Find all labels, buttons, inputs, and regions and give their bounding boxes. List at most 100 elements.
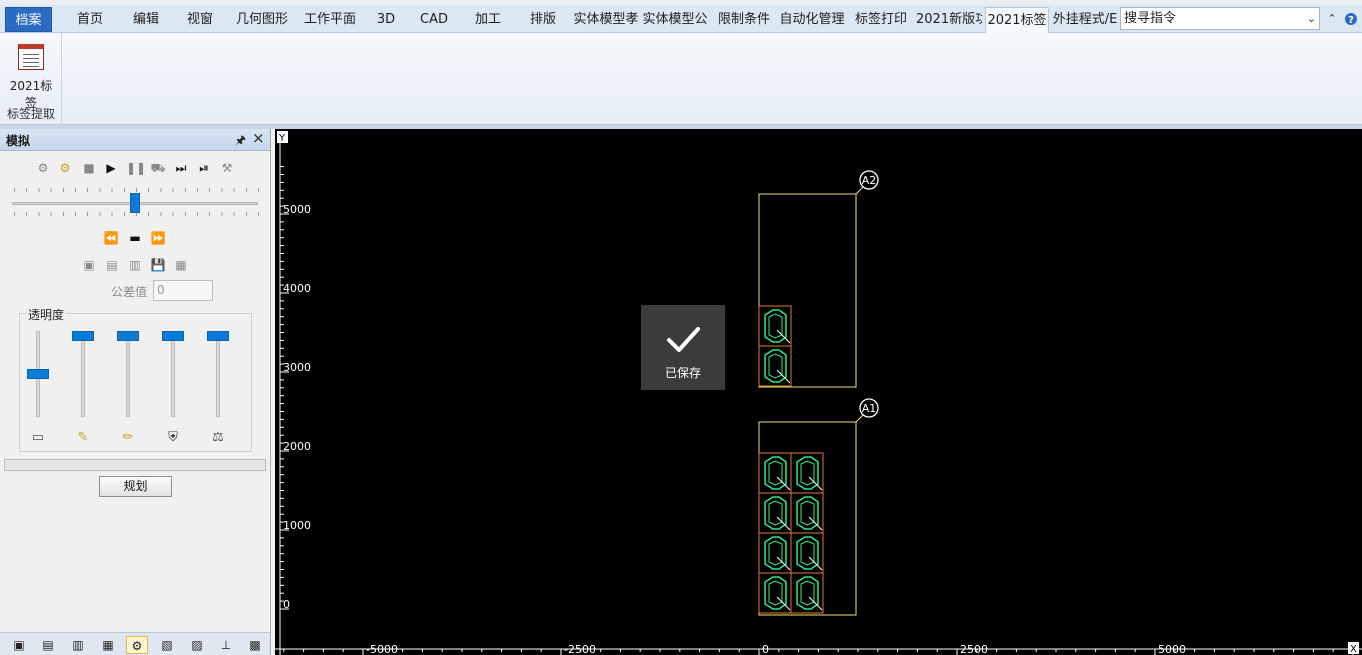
play-icon[interactable]: ▶ bbox=[102, 159, 120, 177]
stop-icon[interactable]: ■ bbox=[80, 159, 98, 177]
simulate-selected-icon[interactable]: ⚙ bbox=[34, 159, 52, 177]
part-outline bbox=[796, 456, 819, 490]
tab-machining[interactable]: 加工 bbox=[466, 7, 510, 32]
panel-title: 模拟 bbox=[6, 134, 31, 148]
close-icon[interactable]: × bbox=[252, 129, 265, 147]
pin-icon[interactable]: 🖈 bbox=[235, 131, 246, 152]
tab-2021-label[interactable]: 2021标签 bbox=[985, 7, 1049, 34]
y-tick-label: 5000 bbox=[283, 203, 311, 216]
plan-button[interactable]: 规划 bbox=[99, 476, 172, 497]
tab-edit[interactable]: 编辑 bbox=[124, 7, 168, 32]
tab-simulation-icon[interactable]: ⚙ bbox=[126, 636, 148, 654]
fast-forward-icon[interactable]: ⏩ bbox=[149, 229, 167, 247]
sheet-a1-outline bbox=[758, 421, 857, 616]
tab-planes-icon[interactable]: ▦ bbox=[97, 636, 119, 654]
x-tick-label: 0 bbox=[762, 643, 769, 655]
nested-part bbox=[758, 305, 792, 347]
tab-solid-2[interactable]: 实体模型公 bbox=[642, 7, 708, 32]
transparency-slider-track[interactable] bbox=[126, 331, 130, 417]
part-inner bbox=[800, 460, 815, 486]
nested-part bbox=[758, 532, 792, 574]
pause-icon[interactable]: ❚❚ bbox=[126, 159, 146, 177]
step-icon[interactable]: ▬ bbox=[126, 229, 144, 247]
drawing-canvas[interactable]: 5000 4000 3000 2000 1000 0 -5000 -2500 0 2500 500… bbox=[275, 129, 1362, 655]
part-inner bbox=[800, 580, 815, 606]
compare-icon[interactable]: ▣ bbox=[80, 256, 98, 274]
tab-file[interactable]: 档案 bbox=[5, 7, 52, 32]
transparency-slider-thumb[interactable] bbox=[207, 331, 229, 341]
panel-header: 模拟 🖈 × bbox=[0, 129, 270, 151]
tab-label-print[interactable]: 标签打印 bbox=[850, 7, 912, 32]
tab-solids-icon[interactable]: ▥ bbox=[67, 636, 89, 654]
part-inner bbox=[768, 313, 783, 339]
tab-nesting-icon[interactable]: ▩ bbox=[244, 636, 266, 654]
simulation-slider-thumb[interactable] bbox=[130, 193, 140, 213]
tab-plugins[interactable]: 外挂程式/E bbox=[1052, 7, 1118, 32]
title-strip bbox=[0, 0, 1362, 5]
transparency-title: 透明度 bbox=[26, 306, 67, 323]
step-end-icon[interactable]: ⏭ bbox=[172, 159, 190, 177]
nested-part bbox=[758, 492, 792, 534]
part-outline bbox=[796, 496, 819, 530]
transparency-slider-thumb[interactable] bbox=[162, 331, 184, 341]
collapse-ribbon-icon[interactable]: ⌃ bbox=[1323, 9, 1341, 29]
sheet-a2-tag: A2 bbox=[862, 174, 877, 187]
tab-operations-icon[interactable]: ▣ bbox=[8, 636, 30, 654]
sheet-a2-leader bbox=[855, 186, 864, 195]
chevron-down-icon[interactable]: ⌄ bbox=[1307, 8, 1316, 29]
import-icon[interactable]: ▥ bbox=[126, 256, 144, 274]
ribbon-tab-bar: 档案 首页 编辑 视窗 几何图形 工作平面 3D CAD 加工 排版 实体模型孝… bbox=[0, 0, 1362, 34]
command-search-input[interactable]: 搜寻指令 ⌄ bbox=[1120, 7, 1320, 30]
ribbon-group-label-extract: 2021标签 标签提取 bbox=[0, 33, 62, 125]
tab-2021-new[interactable]: 2021新版功 bbox=[916, 7, 982, 32]
checkmark-icon bbox=[667, 327, 700, 352]
graphics-viewport[interactable]: 5000 4000 3000 2000 1000 0 -5000 -2500 0 2500 500… bbox=[275, 129, 1362, 655]
tab-properties-icon[interactable]: ▨ bbox=[186, 636, 208, 654]
part-inner bbox=[768, 460, 783, 486]
toast-message: 已保存 bbox=[664, 366, 701, 380]
transparency-slider-thumb[interactable] bbox=[27, 369, 49, 379]
tab-automation[interactable]: 自动化管理 bbox=[778, 7, 846, 32]
label-2021-button[interactable]: 2021标签 bbox=[4, 41, 58, 110]
transparency-slider-track[interactable] bbox=[81, 331, 85, 417]
tab-view[interactable]: 视窗 bbox=[178, 7, 222, 32]
tab-solid-1[interactable]: 实体模型孝 bbox=[573, 7, 639, 32]
transparency-slider-thumb[interactable] bbox=[72, 331, 94, 341]
tab-snap-icon[interactable]: ⊥ bbox=[215, 636, 237, 654]
nested-part bbox=[790, 532, 824, 574]
tab-toolpaths-icon[interactable]: ▤ bbox=[37, 636, 59, 654]
part-outline bbox=[764, 496, 787, 530]
report-icon[interactable]: ▦ bbox=[172, 256, 190, 274]
x-tick-label: 5000 bbox=[1158, 643, 1186, 655]
part-outline bbox=[764, 536, 787, 570]
tab-geometry[interactable]: 几何图形 bbox=[230, 7, 294, 32]
tool-holder-icon[interactable]: ⛟ bbox=[149, 159, 167, 177]
tab-cad[interactable]: CAD bbox=[414, 7, 454, 32]
step-cut-icon[interactable]: ⏯ bbox=[195, 159, 213, 177]
part-outline bbox=[796, 536, 819, 570]
simulate-all-icon[interactable]: ⚙ bbox=[56, 159, 74, 177]
tab-3d[interactable]: 3D bbox=[368, 7, 404, 32]
transparency-slider-thumb[interactable] bbox=[117, 331, 139, 341]
save-icon[interactable]: 💾 bbox=[149, 256, 167, 274]
rewind-icon[interactable]: ⏪ bbox=[102, 229, 120, 247]
tab-home[interactable]: 首页 bbox=[68, 7, 112, 32]
sheet-a1-parts bbox=[758, 452, 824, 614]
transparency-slider-track[interactable] bbox=[216, 331, 220, 417]
collision-icon[interactable]: ⚒ bbox=[218, 159, 236, 177]
nested-part bbox=[758, 572, 792, 614]
tolerance-input[interactable]: 0 bbox=[153, 280, 213, 301]
tab-nesting[interactable]: 排版 bbox=[522, 7, 564, 32]
tab-levels-icon[interactable]: ▧ bbox=[156, 636, 178, 654]
holder-icon: ⛨ bbox=[168, 430, 178, 445]
sheet-a1-leader bbox=[855, 414, 864, 423]
help-icon[interactable]: ? bbox=[1342, 9, 1360, 29]
nested-part bbox=[790, 492, 824, 534]
nested-part bbox=[790, 452, 824, 494]
tab-workplane[interactable]: 工作平面 bbox=[298, 7, 362, 32]
export-icon[interactable]: ▤ bbox=[103, 256, 121, 274]
tab-constraints[interactable]: 限制条件 bbox=[713, 7, 775, 32]
y-tick-label: 4000 bbox=[283, 282, 311, 295]
x-tick-label: -2500 bbox=[564, 643, 596, 655]
transparency-slider-track[interactable] bbox=[171, 331, 175, 417]
